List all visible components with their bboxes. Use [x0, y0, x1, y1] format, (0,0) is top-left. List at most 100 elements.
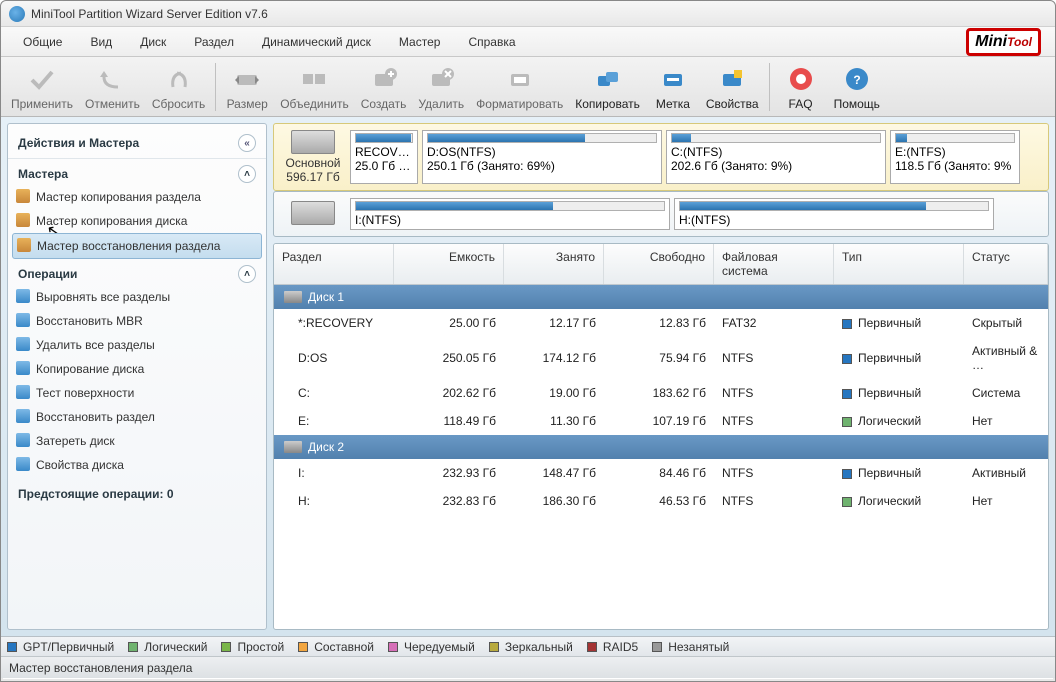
copy-icon	[592, 63, 624, 95]
partition-grid: РазделЕмкостьЗанятоСвободноФайловая сист…	[273, 243, 1049, 630]
partition-row[interactable]: D:OS250.05 Гб174.12 Гб75.94 ГбNTFSПервич…	[274, 337, 1048, 379]
menu-Справка[interactable]: Справка	[454, 27, 529, 57]
partition-row[interactable]: C:202.62 Гб19.00 Гб183.62 ГбNTFSПервичны…	[274, 379, 1048, 407]
wizard-item[interactable]: Мастер копирования раздела	[8, 185, 266, 209]
col-header[interactable]: Файловая система	[714, 244, 834, 284]
tb-label-button[interactable]: Метка	[646, 61, 700, 115]
create-icon	[368, 63, 400, 95]
partition-row[interactable]: *:RECOVERY25.00 Гб12.17 Гб12.83 ГбFAT32П…	[274, 309, 1048, 337]
side-header: Действия и Мастера «	[8, 128, 266, 159]
label-icon	[657, 63, 689, 95]
tb-merge-button: Объединить	[274, 61, 355, 115]
disk-group-header[interactable]: Диск 1	[274, 285, 1048, 309]
menu-Общие[interactable]: Общие	[9, 27, 76, 57]
partition-block[interactable]: I:(NTFS)	[350, 198, 670, 230]
side-header-label: Действия и Мастера	[18, 136, 139, 150]
tb-faq-button[interactable]: FAQ	[774, 61, 828, 115]
partition-row[interactable]: H:232.83 Гб186.30 Гб46.53 ГбNTFSЛогическ…	[274, 487, 1048, 515]
tb-discard-button: Сбросить	[146, 61, 211, 115]
tb-help-button[interactable]: ?Помощь	[828, 61, 886, 115]
delete-icon	[425, 63, 457, 95]
menu-Вид[interactable]: Вид	[76, 27, 126, 57]
menu-Динамический диск[interactable]: Динамический диск	[248, 27, 385, 57]
main-area: Основной596.17 ГбRECOVERY(FA25.0 Гб (Зан…	[273, 123, 1049, 630]
chevron-up-icon[interactable]: ˄	[238, 165, 256, 183]
chevron-up-icon[interactable]: ˄	[238, 265, 256, 283]
col-header[interactable]: Статус	[964, 244, 1048, 284]
tb-undo-button: Отменить	[79, 61, 146, 115]
resize-icon	[231, 63, 263, 95]
partition-block[interactable]: RECOVERY(FA25.0 Гб (Заня	[350, 130, 418, 184]
partition-block[interactable]: E:(NTFS)118.5 Гб (Занято: 9%	[890, 130, 1020, 184]
legend-item: RAID5	[587, 640, 638, 654]
tb-resize-button: Размер	[220, 61, 274, 115]
tb-format-button: Форматировать	[470, 61, 569, 115]
col-header[interactable]: Раздел	[274, 244, 394, 284]
help-icon: ?	[841, 63, 873, 95]
faq-icon	[785, 63, 817, 95]
partition-block[interactable]: H:(NTFS)	[674, 198, 994, 230]
partition-block[interactable]: C:(NTFS)202.6 Гб (Занято: 9%)	[666, 130, 886, 184]
wizards-header[interactable]: Мастера ˄	[8, 159, 266, 185]
toolbar-separator	[215, 63, 216, 111]
collapse-icon[interactable]: «	[238, 134, 256, 152]
op-item[interactable]: Восстановить раздел	[8, 405, 266, 429]
col-header[interactable]: Занято	[504, 244, 604, 284]
discard-icon	[163, 63, 195, 95]
disk-group-header[interactable]: Диск 2	[274, 435, 1048, 459]
svg-text:?: ?	[853, 73, 860, 87]
window-title: MiniTool Partition Wizard Server Edition…	[31, 7, 268, 21]
op-item[interactable]: Копирование диска	[8, 357, 266, 381]
partition-row[interactable]: E:118.49 Гб11.30 Гб107.19 ГбNTFSЛогическ…	[274, 407, 1048, 435]
ops-header[interactable]: Операции ˄	[8, 259, 266, 285]
side-panel: Действия и Мастера « Мастера ˄ Мастер ко…	[7, 123, 267, 630]
status-text: Мастер восстановления раздела	[9, 661, 192, 675]
brand-logo: MiniTool	[966, 28, 1041, 56]
col-header[interactable]: Емкость	[394, 244, 504, 284]
menu-Мастер[interactable]: Мастер	[385, 27, 455, 57]
ops-label: Операции	[18, 267, 77, 281]
legend-item: Незанятый	[652, 640, 729, 654]
legend-item: Зеркальный	[489, 640, 573, 654]
legend-item: Чередуемый	[388, 640, 475, 654]
wizard-item[interactable]: Мастер копирования диска	[8, 209, 266, 233]
disk-icon	[280, 198, 346, 230]
op-item[interactable]: Затереть диск	[8, 429, 266, 453]
col-header[interactable]: Тип	[834, 244, 964, 284]
op-item[interactable]: Восстановить MBR	[8, 309, 266, 333]
legend-item: Логический	[128, 640, 207, 654]
app-icon	[9, 6, 25, 22]
op-item[interactable]: Тест поверхности	[8, 381, 266, 405]
legend-item: Составной	[298, 640, 374, 654]
format-icon	[504, 63, 536, 95]
partition-block[interactable]: D:OS(NTFS)250.1 Гб (Занято: 69%)	[422, 130, 662, 184]
disk-icon	[284, 291, 302, 303]
col-header[interactable]: Свободно	[604, 244, 714, 284]
menu-Диск[interactable]: Диск	[126, 27, 180, 57]
merge-icon	[298, 63, 330, 95]
disk-icon	[284, 441, 302, 453]
toolbar-separator	[769, 63, 770, 111]
body: Действия и Мастера « Мастера ˄ Мастер ко…	[1, 117, 1055, 636]
partition-row[interactable]: I:232.93 Гб148.47 Гб84.46 ГбNTFSПервичны…	[274, 459, 1048, 487]
legend-item: Простой	[221, 640, 284, 654]
op-item[interactable]: Свойства диска	[8, 453, 266, 477]
menu-Раздел[interactable]: Раздел	[180, 27, 248, 57]
tb-props-button[interactable]: Свойства	[700, 61, 765, 115]
op-item[interactable]: Выровнять все разделы	[8, 285, 266, 309]
pending-ops: Предстоящие операции: 0	[8, 477, 266, 511]
disk-row[interactable]: I:(NTFS)H:(NTFS)	[273, 191, 1049, 237]
tb-delete-button: Удалить	[412, 61, 470, 115]
op-item[interactable]: Удалить все разделы	[8, 333, 266, 357]
tb-copy-button[interactable]: Копировать	[569, 61, 646, 115]
legend-item: GPT/Первичный	[7, 640, 114, 654]
disk-row[interactable]: Основной596.17 ГбRECOVERY(FA25.0 Гб (Зан…	[273, 123, 1049, 191]
undo-icon	[96, 63, 128, 95]
apply-icon	[26, 63, 58, 95]
tb-create-button: Создать	[355, 61, 413, 115]
wizards-label: Мастера	[18, 167, 68, 181]
statusbar: Мастер восстановления раздела	[1, 656, 1055, 678]
wizard-item[interactable]: Мастер восстановления раздела	[12, 233, 262, 259]
props-icon	[716, 63, 748, 95]
menubar: ОбщиеВидДискРазделДинамический дискМасте…	[1, 27, 1055, 57]
